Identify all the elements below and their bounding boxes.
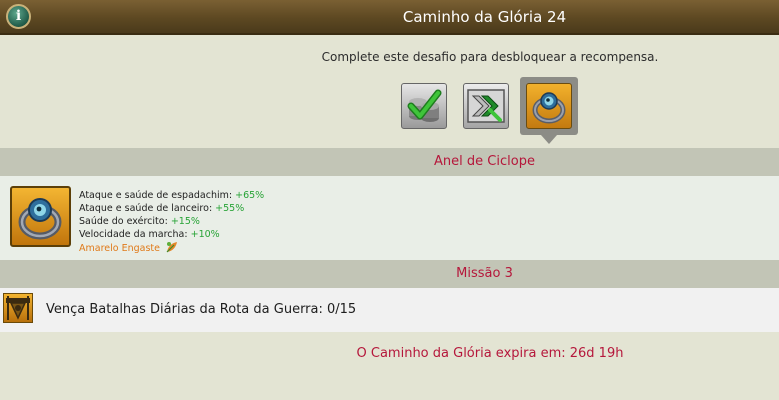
stat-value: +55% [215,203,245,214]
intro-text: Complete este desafio para desbloquear a… [321,50,659,64]
reward-cyclops-ring[interactable] [526,83,572,129]
expire-timer: O Caminho da Glória expira em: 26d 19h [356,346,624,361]
ring-item-icon[interactable] [10,186,71,247]
setting-label: Amarelo Engaste [79,243,160,254]
war-route-icon [6,296,30,320]
stat-line: Velocidade da marcha: +10% [79,228,264,241]
stat-label: Saúde do exército: [79,216,168,227]
ring-details: Ataque e saúde de espadachim: +65% Ataqu… [0,176,779,260]
war-route-mission-icon [3,293,33,323]
mission-section-header: Missão 3 [0,260,779,288]
ring-stats: Ataque e saúde de espadachim: +65% Ataqu… [79,189,264,255]
stat-value: +15% [170,216,200,227]
stat-line: Saúde do exército: +15% [79,215,264,228]
cyclops-ring-icon [532,92,566,124]
stat-value: +10% [190,229,220,240]
stat-label: Ataque e saúde de espadachim: [79,190,233,201]
stat-line: Ataque e saúde de lanceiro: +55% [79,202,264,215]
stat-label: Velocidade da marcha: [79,229,188,240]
coin-stack-check-icon [407,89,442,122]
cyclops-ring-icon [18,198,62,240]
ring-section-header: Anel de Ciclope [0,148,779,176]
mission-row: Vença Batalhas Diárias da Rota da Guerra… [0,288,779,332]
mission-text: Vença Batalhas Diárias da Rota da Guerra… [46,302,357,317]
window-title: Caminho da Glória 24 [402,8,567,26]
stat-label: Ataque e saúde de lanceiro: [79,203,213,214]
reward-coin-stack[interactable] [401,83,447,129]
speedup-chevrons-icon [467,89,505,123]
reward-speedup[interactable] [463,83,509,129]
stat-value: +65% [235,190,265,201]
title-bar: i Caminho da Glória 24 [0,0,779,35]
leaf-icon [166,242,178,253]
stat-line: Ataque e saúde de espadachim: +65% [79,189,264,202]
setting-line: Amarelo Engaste [79,241,264,255]
